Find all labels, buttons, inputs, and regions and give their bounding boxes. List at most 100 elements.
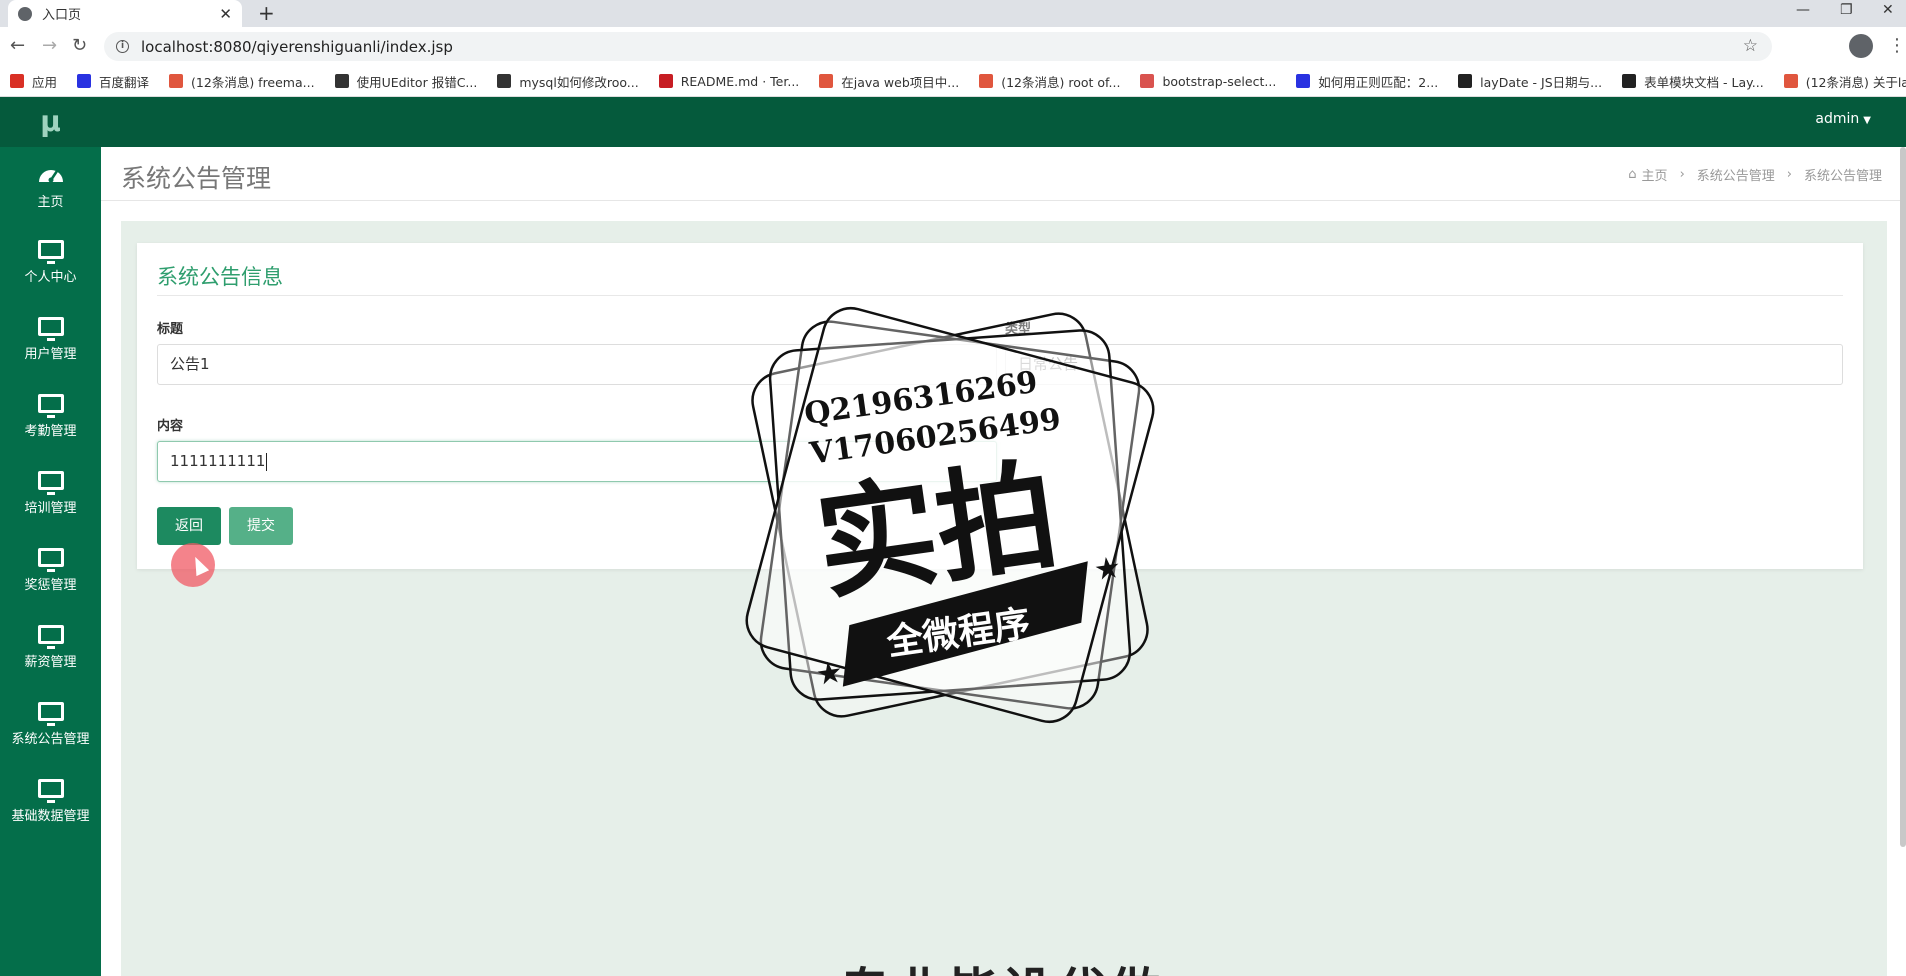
monitor-icon	[37, 702, 64, 726]
breadcrumb: ⌂ 主页 › 系统公告管理 › 系统公告管理	[1628, 165, 1882, 184]
close-window-icon[interactable]: ✕	[1882, 2, 1894, 18]
bookmark-star-icon[interactable]: ☆	[1743, 36, 1758, 56]
bookmark-label: bootstrap-select...	[1162, 73, 1277, 89]
browser-tab[interactable]: 入口页 ✕	[8, 0, 242, 27]
sidebar-item-label: 薪资管理	[24, 655, 77, 670]
app-logo: μ	[0, 97, 101, 147]
bookmark-favicon-icon	[1140, 74, 1155, 88]
bookmark-item[interactable]: 如何用正则匹配：2...	[1296, 72, 1438, 91]
monitor-icon	[37, 240, 64, 264]
watermark-stamp: Q2196316269 V17060256499 实拍 全微程序 ★ ★	[745, 307, 1155, 723]
content-input-value: 1111111111	[170, 452, 266, 470]
bookmark-label: 应用	[32, 74, 58, 90]
bookmark-label: 如何用正则匹配：2...	[1318, 74, 1439, 90]
chevron-right-icon: ›	[1786, 167, 1792, 182]
reload-icon[interactable]: ↻	[72, 35, 87, 56]
sidebar-item-2[interactable]: 用户管理	[0, 301, 101, 378]
bookmark-label: 百度翻译	[99, 74, 150, 90]
content-label: 内容	[157, 419, 184, 434]
bookmark-favicon-icon	[1296, 74, 1311, 88]
monitor-icon	[37, 471, 64, 495]
sidebar-menu: 主页个人中心用户管理考勤管理培训管理奖惩管理薪资管理系统公告管理 基础数据管理	[0, 147, 101, 840]
bookmark-item[interactable]: layDate - JS日期与...	[1458, 72, 1602, 91]
user-name: admin	[1815, 111, 1860, 127]
bookmark-favicon-icon	[819, 74, 834, 88]
sidebar-item-7[interactable]: 系统公告管理	[0, 686, 101, 763]
submit-button[interactable]: 提交	[229, 507, 293, 545]
globe-icon	[18, 6, 32, 21]
title-label: 标题	[157, 322, 184, 337]
url-bar[interactable]: i localhost:8080/qiyerenshiguanli/index.…	[104, 32, 1772, 61]
sidebar-item-label: 个人中心	[24, 270, 77, 285]
bookmark-label: 使用UEditor 报错C...	[356, 74, 478, 90]
account-avatar-icon[interactable]	[1849, 34, 1873, 58]
bookmark-favicon-icon	[1458, 74, 1473, 88]
sidebar-item-5[interactable]: 奖惩管理	[0, 532, 101, 609]
bookmark-label: (12条消息) freema...	[191, 74, 315, 90]
monitor-icon	[37, 779, 64, 803]
bookmark-label: 在java web项目中...	[841, 74, 960, 90]
home-icon: ⌂	[1628, 167, 1637, 182]
sidebar-item-label: 系统公告管理	[11, 732, 90, 747]
star-icon: ★	[1092, 550, 1124, 588]
caret-down-icon: ▼	[1863, 115, 1871, 126]
new-tab-button[interactable]: +	[258, 1, 275, 25]
bookmark-item[interactable]: 百度翻译	[77, 72, 149, 91]
sidebar-item-4[interactable]: 培训管理	[0, 455, 101, 532]
sidebar-item-1[interactable]: 个人中心	[0, 224, 101, 301]
breadcrumb-home[interactable]: 主页	[1642, 165, 1668, 184]
bookmark-item[interactable]: (12条消息) root of...	[979, 72, 1120, 91]
sidebar-item-label: 奖惩管理	[24, 578, 77, 593]
bookmark-item[interactable]: mysql如何修改roo...	[497, 72, 639, 91]
bookmark-favicon-icon	[77, 74, 92, 88]
bookmark-item[interactable]: 在java web项目中...	[819, 72, 959, 91]
address-bar-row: ← → ↻ i localhost:8080/qiyerenshiguanli/…	[0, 27, 1906, 66]
sidebar-item-label: 培训管理	[24, 501, 77, 516]
sidebar-item-0[interactable]: 主页	[0, 147, 101, 224]
bookmark-item[interactable]: README.md · Ter...	[658, 74, 799, 89]
sidebar-item-6[interactable]: 薪资管理	[0, 609, 101, 686]
page-title: 系统公告管理	[121, 164, 272, 193]
back-arrow-icon[interactable]: ←	[10, 35, 25, 56]
monitor-icon	[37, 394, 64, 418]
sidebar-item-3[interactable]: 考勤管理	[0, 378, 101, 455]
bookmark-favicon-icon	[979, 74, 994, 88]
forward-arrow-icon[interactable]: →	[42, 35, 57, 56]
bookmark-label: (12条消息) 关于lay...	[1805, 74, 1906, 90]
bookmark-label: 表单模块文档 - Lay...	[1644, 74, 1764, 90]
bookmarks-bar: 应用 百度翻译 (12条消息) freema... 使用UEditor 报错C... m…	[0, 66, 1906, 97]
bookmark-favicon-icon	[169, 74, 184, 88]
sidebar-item-label: 主页	[37, 194, 64, 210]
url-text: localhost:8080/qiyerenshiguanli/index.js…	[141, 37, 453, 56]
monitor-icon	[37, 625, 64, 649]
sidebar-item-label: 用户管理	[24, 347, 77, 362]
bookmark-favicon-icon	[658, 74, 673, 88]
card-title: 系统公告信息	[157, 265, 283, 289]
bookmark-item[interactable]: (12条消息) freema...	[169, 72, 315, 91]
bookmark-item[interactable]: (12条消息) 关于lay...	[1783, 72, 1906, 91]
tab-close-icon[interactable]: ✕	[219, 5, 232, 23]
breadcrumb-section[interactable]: 系统公告管理	[1697, 165, 1775, 184]
sidebar-item-8[interactable]: 基础数据管理	[0, 763, 101, 840]
browser-menu-icon[interactable]: ⋮	[1888, 35, 1906, 56]
bookmark-item[interactable]: 使用UEditor 报错C...	[334, 72, 478, 91]
bookmark-item[interactable]: bootstrap-select...	[1140, 74, 1276, 89]
bookmark-favicon-icon	[497, 74, 512, 88]
user-dropdown[interactable]: admin ▼	[1815, 97, 1871, 143]
vertical-scrollbar[interactable]	[1900, 147, 1906, 847]
sidebar-item-label: 基础数据管理	[11, 809, 90, 824]
bookmark-item[interactable]: 应用	[10, 72, 57, 91]
info-icon[interactable]: i	[116, 40, 129, 53]
watermark-bottom-text: 专业毕设代做	[840, 952, 1164, 976]
back-button[interactable]: 返回	[157, 507, 221, 545]
monitor-icon	[37, 317, 64, 341]
bookmark-label: (12条消息) root of...	[1001, 74, 1121, 90]
top-navbar: admin ▼	[101, 97, 1906, 147]
minimize-icon[interactable]: —	[1796, 2, 1810, 18]
bookmark-favicon-icon	[1622, 74, 1637, 88]
bookmark-item[interactable]: 表单模块文档 - Lay...	[1622, 72, 1764, 91]
restore-icon[interactable]: ❐	[1840, 2, 1853, 18]
bookmark-label: layDate - JS日期与...	[1480, 74, 1603, 90]
sidebar-item-label: 考勤管理	[24, 424, 77, 439]
bookmark-favicon-icon	[334, 74, 349, 88]
